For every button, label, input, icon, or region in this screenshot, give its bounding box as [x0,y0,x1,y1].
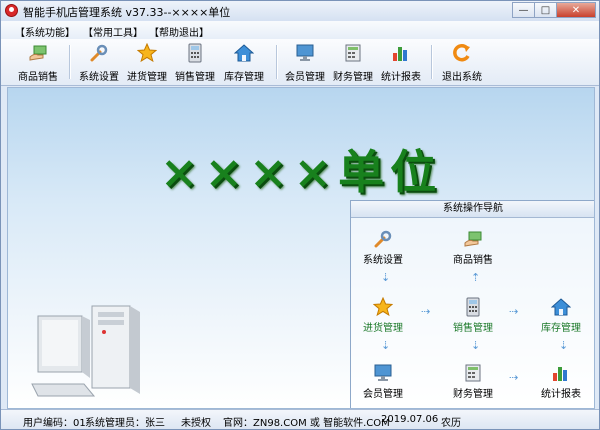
app-logo-icon [5,4,18,17]
hand-cash-icon [464,231,482,247]
nav-node-label: 财务管理 [453,389,493,400]
arrow-right-icon: ⇢ [509,371,519,384]
house-icon [234,44,254,62]
title-bar[interactable]: 智能手机店管理系统 v37.33--××××单位 — □ ✕ [1,1,599,21]
ledger-icon [345,44,361,62]
exit-icon [453,43,470,62]
toolbar-label: 退出系统 [442,72,482,83]
status-date: 2019.07.06 [381,414,439,425]
toolbar-button-purchase[interactable]: 进货管理 [125,41,169,83]
toolbar-button-sales[interactable]: 销售管理 [173,41,217,83]
nav-node-label: 库存管理 [541,323,581,334]
toolbar-button-product-sales[interactable]: 商品销售 [15,41,61,83]
menu-bar: 【系统功能】 【常用工具】 【帮助退出】 [1,21,599,39]
bar-chart-icon [393,47,407,61]
status-website: 官网：ZN98.COM 或 智能软件.COM [223,418,390,429]
nav-node-label: 进货管理 [363,323,403,334]
status-admin: 系统管理员：张三 [85,418,165,429]
wrench-icon [374,230,392,248]
toolbar-button-finance[interactable]: 财务管理 [331,41,375,83]
operation-navigation-panel: 系统操作导航 系统设置 商品销售 ⇣ ⇡ 进货管理 ⇢ 销售管理 ⇢ 库存管理 … [350,200,594,408]
nav-node-label: 销售管理 [453,323,493,334]
close-button[interactable]: ✕ [556,2,596,18]
status-lunar: 农历 [441,418,461,429]
maximize-button[interactable]: □ [534,2,556,18]
toolbar: 商品销售 系统设置 进货管理 销售管理 库存管理 会员管理 财务管理 统计报表 … [1,39,599,86]
arrow-down-icon: ⇣ [381,339,391,352]
toolbar-button-members[interactable]: 会员管理 [283,41,327,83]
toolbar-separator [69,45,71,79]
app-window: 智能手机店管理系统 v37.33--××××单位 — □ ✕ 【系统功能】 【常… [0,0,600,430]
computer-illustration [31,305,140,397]
arrow-down-icon: ⇣ [559,339,569,352]
nav-node-label: 商品销售 [453,255,493,266]
arrow-down-icon: ⇣ [381,271,391,284]
toolbar-separator [431,45,433,79]
status-bar: 用户编码：01 系统管理员：张三 未授权 官网：ZN98.COM 或 智能软件.… [1,409,599,429]
company-banner: ××××单位 [159,145,443,199]
toolbar-label: 库存管理 [224,72,264,83]
toolbar-button-system-settings[interactable]: 系统设置 [77,41,121,83]
toolbar-label: 进货管理 [127,72,167,83]
wrench-icon [90,44,108,62]
arrow-right-icon: ⇢ [509,305,519,318]
star-icon [137,43,157,63]
calculator-icon [188,43,202,63]
arrow-right-icon: ⇢ [421,305,431,318]
nav-node-label: 统计报表 [541,389,581,400]
hand-cash-icon [29,45,47,61]
minimize-button[interactable]: — [512,2,534,18]
toolbar-separator [276,45,278,79]
bar-chart-icon [553,367,567,381]
status-user-code: 用户编码：01 [23,418,86,429]
toolbar-button-exit[interactable]: 退出系统 [439,41,485,83]
monitor-icon [374,364,392,381]
monitor-icon [296,44,314,61]
status-authorization: 未授权 [181,418,211,429]
toolbar-button-inventory[interactable]: 库存管理 [221,41,267,83]
menu-system-functions[interactable]: 【系统功能】 [15,24,75,39]
menu-help-exit[interactable]: 【帮助退出】 [149,24,209,39]
arrow-up-icon: ⇡ [471,271,481,284]
toolbar-label: 商品销售 [18,72,58,83]
nav-panel-title: 系统操作导航 [351,201,594,218]
toolbar-label: 系统设置 [79,72,119,83]
toolbar-label: 统计报表 [381,72,421,83]
close-icon: ✕ [571,4,581,16]
arrow-down-icon: ⇣ [471,339,481,352]
maximize-icon: □ [540,4,551,16]
window-title: 智能手机店管理系统 v37.33--××××单位 [23,6,231,19]
minimize-icon: — [518,4,529,16]
menu-common-tools[interactable]: 【常用工具】 [83,24,143,39]
star-icon [373,297,393,317]
main-desktop-area: ××××单位 系统操作导航 系统设置 商品销售 ⇣ ⇡ 进货管理 ⇢ 销售管理 … [7,87,595,409]
calculator-icon [466,297,480,317]
toolbar-label: 销售管理 [175,72,215,83]
house-icon [551,298,571,316]
window-controls: — □ ✕ [512,2,596,19]
toolbar-label: 财务管理 [333,72,373,83]
nav-node-label: 会员管理 [363,389,403,400]
toolbar-label: 会员管理 [285,72,325,83]
toolbar-button-reports[interactable]: 统计报表 [379,41,423,83]
ledger-icon [465,364,481,382]
nav-node-label: 系统设置 [363,255,403,266]
